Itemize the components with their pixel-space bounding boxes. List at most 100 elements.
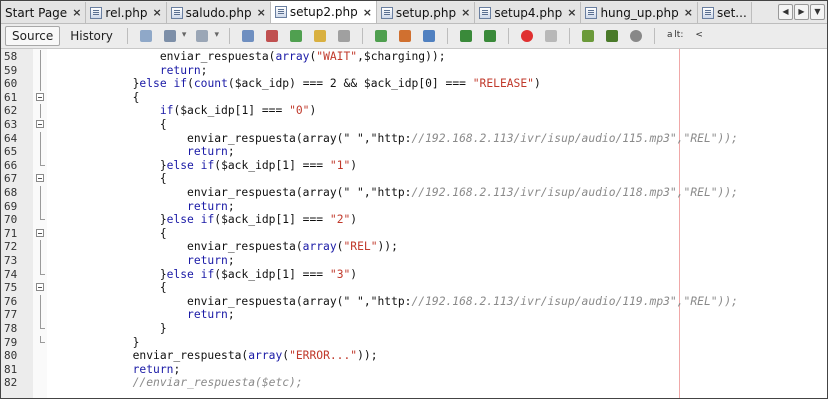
find-icon[interactable] [241, 30, 254, 42]
code-line[interactable]: 76 enviar_respuesta(array(" ","http://19… [1, 294, 827, 309]
tab-list-dropdown-button[interactable]: ▼ [810, 4, 825, 20]
tab-setup-php[interactable]: setup.php × [376, 2, 476, 23]
code-line[interactable]: 63 { [1, 118, 827, 132]
code-line[interactable]: 72 enviar_respuesta(array("REL")); [1, 240, 827, 254]
code-line[interactable]: 70 }else if($ack_idp[1] === "2") [1, 213, 827, 227]
tab-hung-up-php[interactable]: hung_up.php × [581, 2, 698, 23]
tab-rel-php[interactable]: rel.php × [86, 2, 167, 23]
source-view-button[interactable]: Source [5, 26, 61, 46]
code-line[interactable]: 80 enviar_respuesta(array("ERROR...")); [1, 349, 827, 363]
fold-collapse-icon[interactable] [36, 92, 44, 101]
previous-bookmark-icon[interactable] [374, 30, 387, 42]
code-text: } [51, 335, 140, 349]
code-line[interactable]: 68 enviar_respuesta(array(" ","http://19… [1, 186, 827, 200]
forward-icon[interactable] [196, 30, 209, 42]
code-text: enviar_respuesta(array(" ","http://192.1… [51, 186, 738, 199]
alt-shortcut-label: a lt: [666, 30, 684, 40]
code-line[interactable]: 59 return; [1, 63, 827, 78]
line-number: 72 [4, 240, 18, 254]
code-line[interactable]: 79 } [1, 335, 827, 350]
lt-symbol-button[interactable]: < [695, 30, 703, 42]
code-text: return; [159, 63, 208, 77]
next-bookmark-icon[interactable] [398, 30, 411, 42]
tab-saludo-php[interactable]: saludo.php × [166, 2, 271, 23]
php-file-icon [170, 6, 183, 19]
fold-collapse-icon[interactable] [36, 283, 44, 292]
scroll-tabs-left-button[interactable]: ◀ [778, 4, 793, 20]
code-line[interactable]: 66 }else if($ack_idp[1] === "1") [1, 158, 827, 173]
shift-left-icon[interactable] [459, 30, 472, 42]
code-line[interactable]: 75 { [1, 281, 827, 295]
line-number: 67 [4, 172, 18, 186]
code-text: } [51, 322, 167, 335]
comment-icon[interactable] [581, 30, 594, 42]
back-icon[interactable] [163, 30, 176, 42]
code-line[interactable]: 67 { [1, 172, 827, 186]
tab-label: rel.php [105, 5, 148, 20]
start-macro-recording-icon[interactable] [520, 30, 533, 42]
close-tab-icon[interactable]: × [257, 6, 266, 19]
toolbar-divider [653, 28, 655, 44]
code-line[interactable]: 81 return; [1, 363, 827, 377]
code-line[interactable]: 74 }else if($ack_idp[1] === "3") [1, 267, 827, 282]
fold-guide [40, 267, 45, 275]
uncomment-icon[interactable] [605, 30, 618, 42]
close-tab-icon[interactable]: × [684, 6, 693, 19]
code-text: { [51, 118, 167, 131]
fold-guide [40, 131, 41, 146]
last-edit-icon[interactable] [139, 30, 152, 42]
toggle-rectangle-selection-icon[interactable] [337, 30, 350, 42]
code-line[interactable]: 73 return; [1, 254, 827, 268]
line-number: 65 [4, 145, 18, 159]
code-line[interactable]: 62 if($ack_idp[1] === "0") [1, 104, 827, 118]
code-line[interactable]: 78 } [1, 322, 827, 336]
shift-right-icon[interactable] [483, 30, 496, 42]
close-tab-icon[interactable]: × [461, 6, 470, 19]
code-line[interactable]: 77 return; [1, 308, 827, 322]
code-text: }else if($ack_idp[1] === "1") [51, 158, 358, 172]
history-view-button[interactable]: History [64, 27, 119, 45]
tab-setup2-php[interactable]: setup2.php × [270, 1, 377, 23]
toolbar-divider [126, 28, 128, 44]
fold-collapse-icon[interactable] [36, 120, 44, 128]
back-dropdown-icon[interactable]: ▾ [182, 30, 187, 42]
stop-macro-recording-icon[interactable] [544, 30, 557, 42]
scroll-tabs-right-button[interactable]: ▶ [794, 4, 809, 20]
close-tab-icon[interactable]: × [363, 6, 372, 19]
code-line[interactable]: 82 //enviar_respuesta($etc); [1, 376, 827, 390]
toolbar-divider [507, 28, 509, 44]
code-text: { [51, 90, 140, 104]
forward-dropdown-icon[interactable]: ▾ [214, 30, 219, 42]
close-tab-icon[interactable]: × [567, 6, 576, 19]
line-number: 78 [4, 322, 18, 335]
code-line[interactable]: 64 enviar_respuesta(array(" ","http://19… [1, 131, 827, 146]
database-icon[interactable] [629, 30, 642, 42]
line-number: 70 [4, 213, 18, 227]
code-line[interactable]: 58 enviar_respuesta(array("WAIT",$chargi… [1, 50, 827, 64]
line-number: 58 [4, 50, 18, 63]
fold-guide [40, 240, 41, 254]
tab-label: setup4.php [494, 5, 563, 20]
fold-collapse-icon[interactable] [36, 174, 44, 183]
tab-start-page[interactable]: Start Page × [1, 2, 87, 23]
code-text: enviar_respuesta(array("WAIT",$charging)… [51, 50, 446, 63]
toolbar-divider [228, 28, 230, 44]
code-line[interactable]: 61 { [1, 91, 827, 105]
fold-guide [40, 254, 41, 268]
toggle-bookmark-icon[interactable] [422, 30, 435, 42]
code-text: return; [187, 199, 235, 213]
tab-setup4-php[interactable]: setup4.php × [475, 2, 582, 23]
toolbar-divider [446, 28, 448, 44]
close-tab-icon[interactable]: × [152, 6, 161, 19]
tab-set[interactable]: set... [697, 2, 752, 23]
code-line[interactable]: 69 return; [1, 199, 827, 214]
code-line[interactable]: 65 return; [1, 145, 827, 159]
close-tab-icon[interactable]: × [72, 6, 81, 19]
code-line[interactable]: 60 }else if(count($ack_idp) === 2 && $ac… [1, 77, 827, 91]
code-line[interactable]: 71 { [1, 227, 827, 241]
fold-collapse-icon[interactable] [36, 228, 44, 237]
toggle-highlight-icon[interactable] [313, 30, 326, 42]
find-previous-icon[interactable] [265, 30, 278, 42]
code-editor[interactable]: 58 enviar_respuesta(array("WAIT",$chargi… [1, 49, 827, 398]
find-next-icon[interactable] [289, 30, 302, 42]
